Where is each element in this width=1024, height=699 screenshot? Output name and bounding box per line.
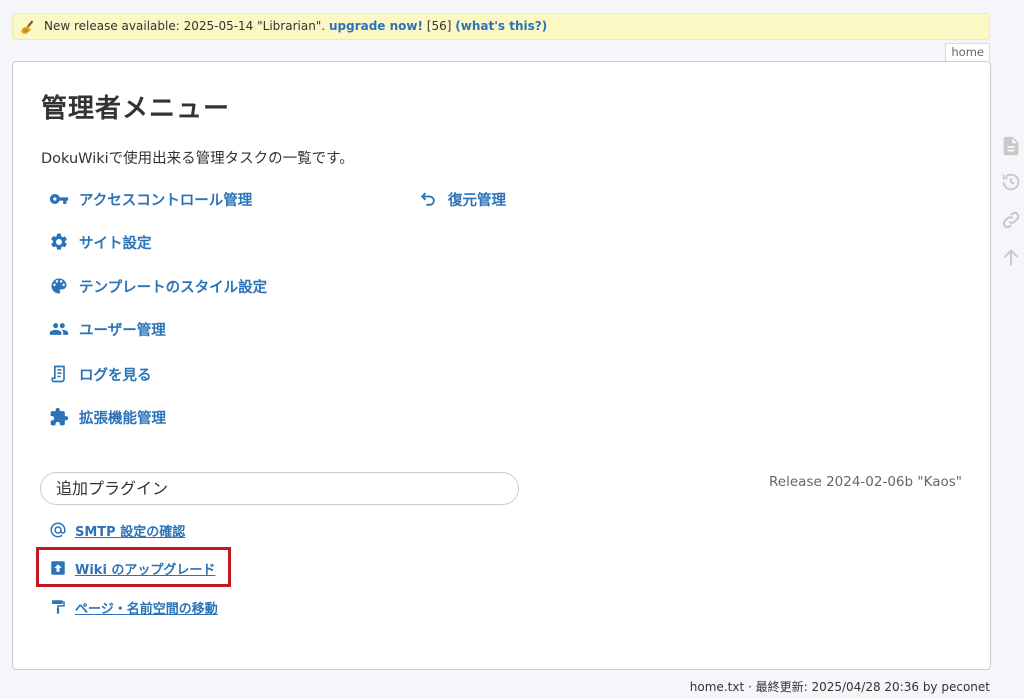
at-sign-icon [49,521,67,539]
palette-icon [49,276,69,296]
link-icon[interactable] [1000,209,1022,231]
plugin-smtp-check[interactable]: SMTP 設定の確認 [49,519,185,541]
notice-count: [56] [426,19,452,33]
additional-plugins-heading: 追加プラグイン [40,472,519,505]
page-footer-info: home.txt · 最終更新: 2025/04/28 20:36 by pec… [689,680,990,694]
undo-icon [418,189,438,209]
plugin-label: ページ・名前空間の移動 [75,601,218,617]
gear-icon [49,232,69,252]
upgrade-now-link[interactable]: upgrade now! [329,19,423,33]
puzzle-icon [49,407,69,427]
admin-menu-label: サイト設定 [79,235,152,252]
release-version: Release 2024-02-06b "Kaos" [769,474,962,490]
update-notice: New release available: 2025-05-14 "Libra… [12,13,990,40]
page-intro: DokuWikiで使用出来る管理タスクの一覧です。 [41,151,354,167]
whats-this-link[interactable]: (what's this?) [455,19,547,33]
admin-menu-styling[interactable]: テンプレートのスタイル設定 [49,274,267,298]
page-title: 管理者メニュー [41,94,231,124]
admin-menu-label: ログを見る [79,367,152,384]
scroll-icon [49,364,69,384]
notice-text: New release available: 2025-05-14 "Libra… [44,19,326,33]
plugin-label: SMTP 設定の確認 [75,524,186,540]
admin-menu-extension[interactable]: 拡張機能管理 [49,405,166,429]
admin-menu-logviewer[interactable]: ログを見る [49,362,152,386]
admin-menu-acl[interactable]: アクセスコントロール管理 [49,187,252,211]
page-id-tab[interactable]: home [945,43,990,61]
update-notice-content: New release available: 2025-05-14 "Libra… [44,14,547,39]
broom-icon [20,19,36,35]
admin-menu-label: テンプレートのスタイル設定 [79,279,268,296]
users-icon [49,319,69,339]
arrow-up-icon[interactable] [1000,247,1022,269]
key-icon [49,189,69,209]
admin-menu-usermanager[interactable]: ユーザー管理 [49,317,166,341]
admin-menu-label: ユーザー管理 [79,322,166,339]
page-content: 管理者メニュー DokuWikiで使用出来る管理タスクの一覧です。 アクセスコン… [12,61,991,670]
admin-menu-revert[interactable]: 復元管理 [418,187,506,211]
admin-menu-label: 復元管理 [448,192,506,209]
page-icon[interactable] [1000,135,1022,157]
history-icon[interactable] [1000,171,1022,193]
admin-menu-config[interactable]: サイト設定 [49,230,152,254]
paint-roller-icon [49,598,67,616]
highlight-box [36,547,231,587]
admin-menu-label: アクセスコントロール管理 [79,192,253,209]
plugin-move-page[interactable]: ページ・名前空間の移動 [49,596,218,618]
admin-menu-label: 拡張機能管理 [79,410,166,427]
